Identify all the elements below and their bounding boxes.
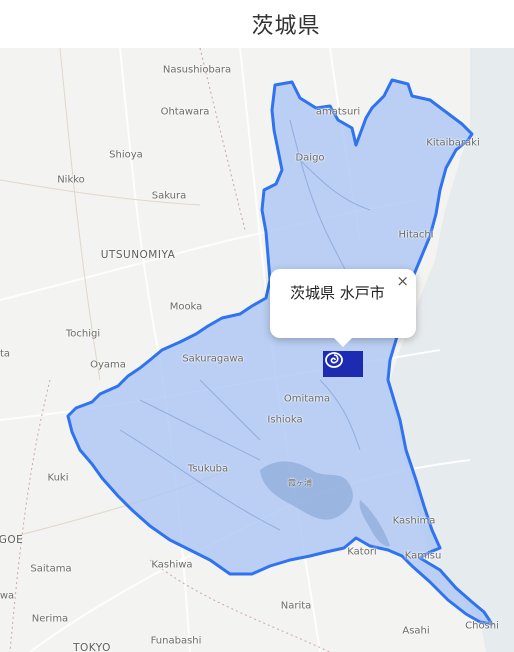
map-label-tsukuba: Tsukuba	[187, 463, 229, 475]
map-label-kitaibaraki: Kitaibaraki	[426, 137, 480, 149]
map-label-mooka: Mooka	[169, 301, 203, 313]
map-label-nasushiobara: Nasushiobara	[162, 64, 232, 76]
close-icon[interactable]: ×	[396, 273, 409, 289]
map-label-sakura: Sakura	[151, 190, 187, 202]
page-title: 茨城県	[0, 0, 514, 48]
map-label-wa: wa	[0, 590, 15, 602]
map-label-hitachi: Hitachi	[398, 229, 434, 241]
info-popup: 茨城県 水戸市 ×	[270, 269, 416, 347]
map-label-goe: GOE	[0, 534, 24, 546]
page-title-text: 茨城県	[251, 14, 321, 39]
map-label-kasumigaura: 霞ヶ浦	[288, 478, 312, 488]
map-label-saitama: Saitama	[30, 563, 72, 575]
map-label-tochigi: Tochigi	[65, 328, 101, 340]
map-label-oyama: Oyama	[90, 359, 126, 371]
map-label-funabashi: Funabashi	[150, 635, 202, 647]
map-label-daigo: Daigo	[295, 152, 325, 164]
map-label-kuki: Kuki	[47, 472, 69, 484]
map-label-kashima: Kashima	[392, 515, 436, 527]
popup-text: 茨城県 水戸市	[290, 284, 385, 302]
map-label-tokyo: TOKYO	[73, 642, 111, 652]
map-label-sakuragawa: Sakuragawa	[182, 353, 244, 365]
map-label-hitachiomiya: amatsuri	[315, 106, 361, 118]
map-label-ta: ta	[0, 348, 11, 360]
map-label-asahi: Asahi	[402, 625, 430, 637]
map-canvas[interactable]: Nasushiobara Ohtawara Daigo amatsuri Kit…	[0, 48, 514, 652]
map-label-nikko: Nikko	[57, 174, 85, 186]
map-label-ishioka: Ishioka	[267, 414, 303, 426]
map-label-kashiwa: Kashiwa	[151, 559, 193, 571]
map-label-omitama: Omitama	[283, 393, 331, 405]
map-label-choshi: Choshi	[465, 620, 499, 632]
prefecture-emblem-icon	[325, 352, 343, 368]
map-label-kamisu: Kamisu	[404, 550, 442, 562]
map-label-nerima: Nerima	[31, 613, 69, 625]
prefecture-emblem-marker[interactable]	[323, 351, 363, 377]
map-label-utsunomiya: UTSUNOMIYA	[100, 249, 176, 261]
map-label-narita: Narita	[280, 600, 312, 612]
map-label-katori: Katori	[347, 546, 377, 558]
map-label-ohtawara: Ohtawara	[160, 106, 210, 118]
map-label-shioya: Shioya	[109, 149, 143, 161]
